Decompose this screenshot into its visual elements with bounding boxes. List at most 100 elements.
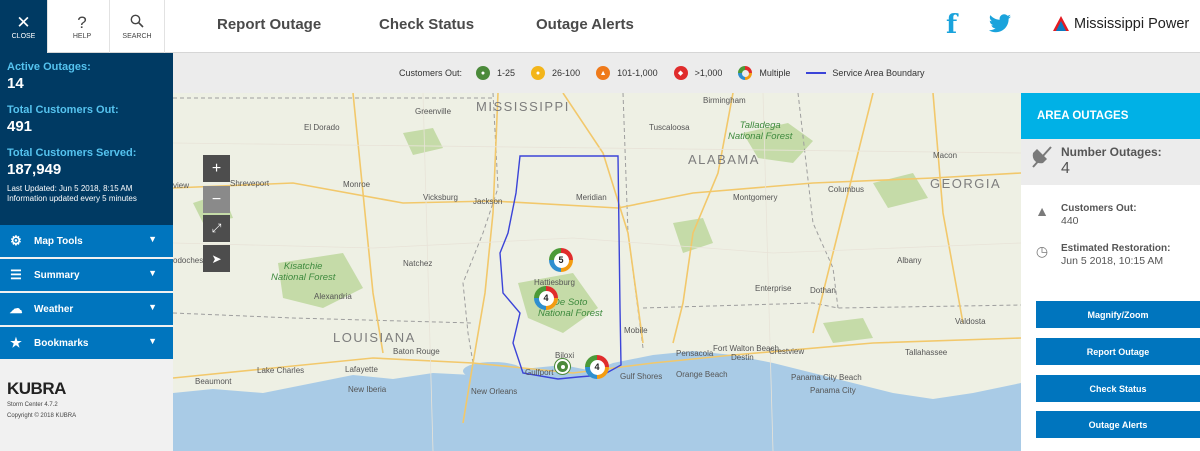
zoom-out-button[interactable]: − <box>203 186 230 213</box>
outage-stats: Active Outages: 14 Total Customers Out: … <box>0 53 173 225</box>
city-label: Orange Beach <box>676 370 728 379</box>
outage-alerts-button[interactable]: Outage Alerts <box>1036 411 1200 438</box>
outage-map[interactable]: MISSISSIPPI ALABAMA GEORGIA LOUISIANA Ta… <box>173 93 1021 451</box>
outage-marker-multiple[interactable]: 4 <box>585 355 609 379</box>
state-label-louisiana: LOUISIANA <box>333 330 416 345</box>
active-outages-value: 14 <box>7 75 24 92</box>
restoration-value: Jun 5 2018, 10:15 AM <box>1061 255 1164 267</box>
city-label: Gulf Shores <box>620 372 663 381</box>
number-outages-section: Number Outages: 4 <box>1021 139 1200 185</box>
close-icon: ✕ <box>16 13 31 32</box>
city-label: Albany <box>897 256 922 265</box>
search-button[interactable]: SEARCH <box>110 0 165 53</box>
city-label: Destin <box>731 353 754 362</box>
nav-outage-alerts[interactable]: Outage Alerts <box>536 16 634 33</box>
marker-dot-icon <box>560 364 565 369</box>
outage-marker-multiple[interactable]: 4 <box>534 286 558 310</box>
menu-bookmarks[interactable]: ★ Bookmarks ▼ <box>0 327 173 359</box>
boundary-line-icon <box>806 72 827 74</box>
menu-weather[interactable]: ☁ Weather ▼ <box>0 293 173 325</box>
legend-item-101-1000: ▲ 101-1,000 <box>596 66 658 80</box>
help-button[interactable]: ? HELP <box>55 0 110 53</box>
help-label: HELP <box>72 33 92 40</box>
outage-marker-multiple[interactable]: 5 <box>549 248 573 272</box>
menu-bookmarks-label: Bookmarks <box>34 337 89 349</box>
legend-item-boundary: Service Area Boundary <box>806 68 924 78</box>
plus-icon: + <box>211 159 222 177</box>
update-interval: Information updated every 5 minutes <box>7 194 137 203</box>
city-label: Baton Rouge <box>393 347 440 356</box>
legend-item-multiple: Multiple <box>738 66 790 80</box>
city-label: Alexandria <box>314 292 352 301</box>
menu-summary[interactable]: ☰ Summary ▼ <box>0 259 173 291</box>
chevron-down-icon: ▼ <box>148 234 157 244</box>
city-label: Greenville <box>415 107 452 116</box>
area-customers-label: Customers Out: <box>1061 203 1137 214</box>
customers-out-value: 491 <box>7 118 33 135</box>
city-label: Meridian <box>576 193 607 202</box>
check-status-button[interactable]: Check Status <box>1036 375 1200 402</box>
nav-report-outage[interactable]: Report Outage <box>217 16 321 33</box>
close-button[interactable]: ✕ CLOSE <box>0 0 48 53</box>
cloud-icon: ☁ <box>9 301 23 316</box>
city-label: Beaumont <box>195 377 232 386</box>
kubra-version: Storm Center 4.7.2 <box>7 402 58 408</box>
forest-label-kisatchie: Kisatchie National Forest <box>271 261 335 283</box>
area-customers-value: 440 <box>1061 215 1079 227</box>
city-label: Hattiesburg <box>534 278 575 287</box>
city-label: Crestview <box>769 347 805 356</box>
list-icon: ☰ <box>10 267 22 282</box>
report-outage-button[interactable]: Report Outage <box>1036 338 1200 365</box>
area-outages-panel: AREA OUTAGES Number Outages: 4 ▲ Custome… <box>1021 93 1200 451</box>
green-dot-icon: ● <box>476 66 491 80</box>
legend-title: Customers Out: <box>399 68 463 78</box>
number-outages-label: Number Outages: <box>1061 145 1162 159</box>
last-updated: Last Updated: Jun 5 2018, 8:15 AM <box>7 184 133 193</box>
city-label: Enterprise <box>755 284 792 293</box>
menu-weather-label: Weather <box>34 303 74 315</box>
top-bar: ✕ CLOSE ? HELP SEARCH Report Outage Chec… <box>0 0 1200 53</box>
legend-bar: Customers Out: ● 1-25 ● 26-100 ▲ 101-1,0… <box>173 53 1200 93</box>
marker-count: 5 <box>553 252 569 268</box>
city-label: Tuscaloosa <box>649 123 690 132</box>
city-label: Panama City Beach <box>791 373 862 382</box>
menu-map-tools[interactable]: ⚙ Map Tools ▼ <box>0 225 173 257</box>
search-icon <box>130 14 144 28</box>
locate-button[interactable]: ➤ <box>203 245 230 272</box>
search-label: SEARCH <box>122 32 152 40</box>
customers-out-section: ▲ Customers Out: 440 <box>1021 195 1200 235</box>
brand-logo[interactable]: Mississippi Power <box>1052 15 1189 33</box>
menu-map-tools-label: Map Tools <box>34 235 83 247</box>
menu-summary-label: Summary <box>34 269 80 281</box>
city-label: Tallahassee <box>905 348 948 357</box>
legend-item-1-25: ● 1-25 <box>476 66 515 80</box>
legend-item-26-100: ● 26-100 <box>531 66 580 80</box>
city-label: Mobile <box>624 326 648 335</box>
nav-check-status[interactable]: Check Status <box>379 16 474 33</box>
red-diamond-icon: ◆ <box>673 66 688 80</box>
left-sidebar: Active Outages: 14 Total Customers Out: … <box>0 53 173 451</box>
gear-icon: ⚙ <box>10 233 22 248</box>
legend-label: 1-25 <box>497 68 516 78</box>
fullscreen-button[interactable]: ⤢ <box>203 215 230 242</box>
state-label-mississippi: MISSISSIPPI <box>476 99 570 114</box>
forest-talladega-text: Talladega National Forest <box>728 120 793 142</box>
magnify-zoom-button[interactable]: Magnify/Zoom <box>1036 301 1200 328</box>
legend-item-over-1000: ◆ >1,000 <box>673 66 723 80</box>
star-icon: ★ <box>10 335 22 350</box>
twitter-icon[interactable] <box>988 14 1012 34</box>
kubra-copyright: Copyright © 2018 KUBRA <box>7 413 77 419</box>
zoom-in-button[interactable]: + <box>203 155 230 182</box>
city-label: New Orleans <box>471 387 518 396</box>
question-icon: ? <box>77 13 87 32</box>
city-label: view <box>173 181 190 190</box>
kubra-logo: KUBRA <box>7 379 66 398</box>
outage-marker-green[interactable] <box>555 359 570 374</box>
forest-label-talladega: Talladega National Forest <box>728 120 792 142</box>
legend-label: 101-1,000 <box>617 68 658 78</box>
city-label: Monroe <box>343 180 371 189</box>
city-label: Valdosta <box>955 317 986 326</box>
city-label: El Dorado <box>304 123 340 132</box>
legend-label: >1,000 <box>694 68 723 78</box>
facebook-icon[interactable]: f <box>946 10 957 40</box>
